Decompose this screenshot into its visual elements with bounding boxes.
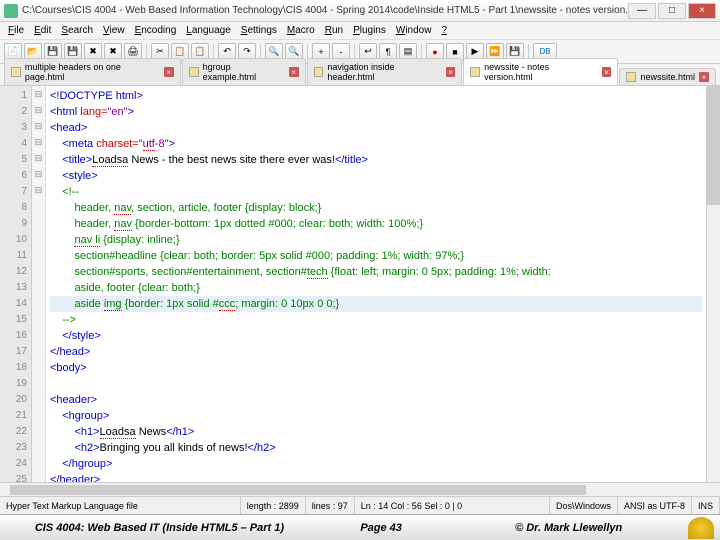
menu-encoding[interactable]: Encoding <box>131 24 181 37</box>
code-line[interactable]: aside, footer {clear: both;} <box>50 280 702 296</box>
tab-close-icon[interactable]: × <box>602 67 612 77</box>
code-line[interactable]: <!DOCTYPE html> <box>50 88 702 104</box>
status-insert-mode: INS <box>692 497 720 514</box>
fold-gutter[interactable]: ⊟⊟⊟⊟⊟⊟⊟ <box>32 86 46 482</box>
tab-label: newssite - notes version.html <box>484 62 598 82</box>
status-bar: Hyper Text Markup Language file length :… <box>0 496 720 514</box>
menu-file[interactable]: File <box>4 24 28 37</box>
code-line[interactable]: --> <box>50 312 702 328</box>
menu-window[interactable]: Window <box>392 24 436 37</box>
menu-view[interactable]: View <box>99 24 129 37</box>
file-icon <box>314 67 324 77</box>
menu-edit[interactable]: Edit <box>30 24 55 37</box>
code-line[interactable]: </style> <box>50 328 702 344</box>
menu-macro[interactable]: Macro <box>283 24 319 37</box>
code-line[interactable]: </header> <box>50 472 702 482</box>
tab-file[interactable]: navigation inside header.html × <box>307 58 463 85</box>
code-editor[interactable]: <!DOCTYPE html><html lang="en"><head> <m… <box>46 86 706 482</box>
slide-footer: CIS 4004: Web Based IT (Inside HTML5 – P… <box>0 514 720 540</box>
tab-close-icon[interactable]: × <box>289 67 299 77</box>
status-file-type: Hyper Text Markup Language file <box>0 497 241 514</box>
code-line[interactable]: <html lang="en"> <box>50 104 702 120</box>
status-cursor-pos: Ln : 14 Col : 56 Sel : 0 | 0 <box>355 497 550 514</box>
tab-close-icon[interactable]: × <box>164 67 174 77</box>
window-controls: — □ × <box>628 3 716 19</box>
file-icon <box>470 67 480 77</box>
tab-file[interactable]: newssite - notes version.html × <box>463 58 618 85</box>
code-line[interactable]: <head> <box>50 120 702 136</box>
code-line[interactable] <box>50 376 702 392</box>
scrollbar-thumb[interactable] <box>10 485 586 495</box>
status-encoding: ANSI as UTF-8 <box>618 497 692 514</box>
code-line[interactable]: <hgroup> <box>50 408 702 424</box>
title-bar: C:\Courses\CIS 4004 - Web Based Informat… <box>0 0 720 22</box>
code-line[interactable]: <h1>Loadsa News</h1> <box>50 424 702 440</box>
close-button[interactable]: × <box>688 3 716 19</box>
minimize-button[interactable]: — <box>628 3 656 19</box>
code-line[interactable]: nav li {display: inline;} <box>50 232 702 248</box>
code-line[interactable]: header, nav {border-bottom: 1px dotted #… <box>50 216 702 232</box>
menu-search[interactable]: Search <box>57 24 97 37</box>
footer-page: Page 43 <box>313 522 449 534</box>
code-line[interactable]: header, nav, section, article, footer {d… <box>50 200 702 216</box>
tab-label: hgroup example.html <box>203 62 285 82</box>
code-line[interactable]: <body> <box>50 360 702 376</box>
editor-area: 1234567891011121314151617181920212223242… <box>0 86 720 482</box>
tab-file[interactable]: newssite.html × <box>619 68 716 85</box>
tab-close-icon[interactable]: × <box>699 72 709 82</box>
menu-run[interactable]: Run <box>321 24 347 37</box>
code-line[interactable]: <!-- <box>50 184 702 200</box>
tab-label: newssite.html <box>640 72 695 82</box>
tab-close-icon[interactable]: × <box>446 67 456 77</box>
footer-copyright: © Dr. Mark Llewellyn <box>449 522 688 534</box>
menu-plugins[interactable]: Plugins <box>349 24 390 37</box>
horizontal-scrollbar[interactable] <box>0 482 720 496</box>
app-icon <box>4 4 18 18</box>
window-title: C:\Courses\CIS 4004 - Web Based Informat… <box>22 5 628 16</box>
file-icon <box>189 67 199 77</box>
ucf-logo-icon <box>688 517 714 539</box>
separator <box>307 44 308 60</box>
tab-file[interactable]: hgroup example.html × <box>182 58 306 85</box>
tab-label: multiple headers on one page.html <box>25 62 160 82</box>
vertical-scrollbar[interactable] <box>706 86 720 482</box>
status-length: length : 2899 <box>241 497 306 514</box>
code-line[interactable]: aside img {border: 1px solid #ccc; margi… <box>50 296 702 312</box>
code-line[interactable]: <h2>Bringing you all kinds of news!</h2> <box>50 440 702 456</box>
tab-label: navigation inside header.html <box>327 62 441 82</box>
code-line[interactable]: <style> <box>50 168 702 184</box>
tab-bar: multiple headers on one page.html × hgroup… <box>0 64 720 86</box>
code-line[interactable]: <meta charset="utf-8"> <box>50 136 702 152</box>
file-icon <box>11 67 21 77</box>
menu-settings[interactable]: Settings <box>237 24 281 37</box>
footer-course: CIS 4004: Web Based IT (Inside HTML5 – P… <box>6 522 313 534</box>
file-icon <box>626 72 636 82</box>
code-line[interactable]: </hgroup> <box>50 456 702 472</box>
menu-language[interactable]: Language <box>182 24 235 37</box>
code-line[interactable]: <title>Loadsa News - the best news site … <box>50 152 702 168</box>
scrollbar-thumb[interactable] <box>707 86 720 205</box>
menu-bar: FileEditSearchViewEncodingLanguageSettin… <box>0 22 720 40</box>
code-line[interactable]: section#headline {clear: both; border: 5… <box>50 248 702 264</box>
line-number-gutter: 1234567891011121314151617181920212223242… <box>0 86 32 482</box>
status-eol: Dos\Windows <box>550 497 618 514</box>
menu-?[interactable]: ? <box>437 24 451 37</box>
maximize-button[interactable]: □ <box>658 3 686 19</box>
code-line[interactable]: section#sports, section#entertainment, s… <box>50 264 702 280</box>
tab-file[interactable]: multiple headers on one page.html × <box>4 58 181 85</box>
code-line[interactable]: </head> <box>50 344 702 360</box>
code-line[interactable]: <header> <box>50 392 702 408</box>
status-lines: lines : 97 <box>306 497 355 514</box>
